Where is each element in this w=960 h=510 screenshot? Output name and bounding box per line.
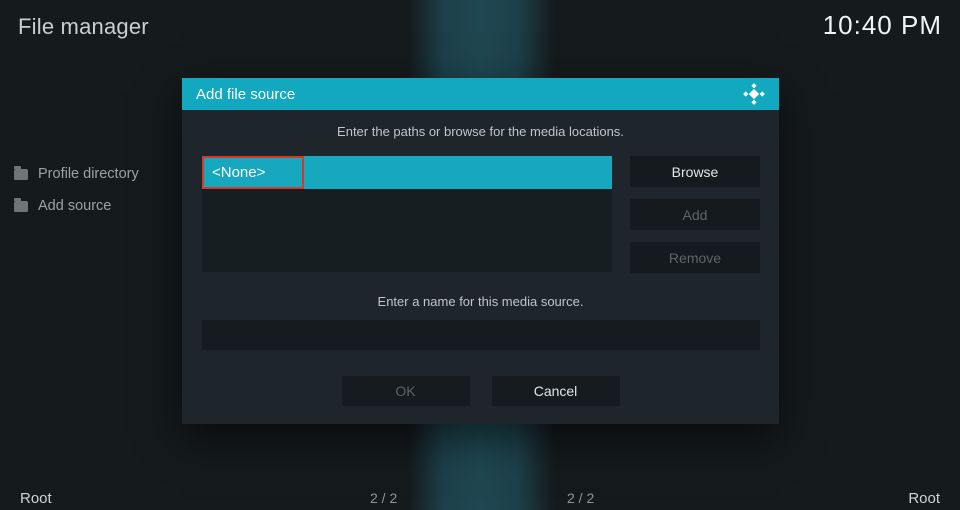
folder-icon <box>14 169 28 180</box>
remove-path-button[interactable]: Remove <box>630 242 760 273</box>
source-name-input[interactable] <box>202 320 760 350</box>
dialog-titlebar: Add file source <box>182 78 779 110</box>
paths-list[interactable]: <None> <box>202 156 612 272</box>
footer-left-counter: 2 / 2 <box>370 490 397 506</box>
footer-right-path: Root <box>908 490 940 507</box>
add-path-button[interactable]: Add <box>630 199 760 230</box>
ok-button[interactable]: OK <box>342 376 470 406</box>
sidebar-item-label: Add source <box>38 198 111 214</box>
dialog-bottom-buttons: OK Cancel <box>182 376 779 406</box>
kodi-logo-icon <box>743 83 765 105</box>
sidebar-item-label: Profile directory <box>38 166 139 182</box>
sidebar-item-profile-directory[interactable]: Profile directory <box>12 158 180 190</box>
footer-right-counter: 2 / 2 <box>567 490 594 506</box>
cancel-button[interactable]: Cancel <box>492 376 620 406</box>
footer-left-path: Root <box>20 490 52 507</box>
path-entry-value: <None> <box>212 164 265 181</box>
page-title: File manager <box>18 14 149 40</box>
dialog-name-instruction: Enter a name for this media source. <box>182 294 779 309</box>
folder-icon <box>14 201 28 212</box>
dialog-paths-instruction: Enter the paths or browse for the media … <box>182 124 779 139</box>
dialog-title: Add file source <box>196 86 295 103</box>
add-file-source-dialog: Add file source Enter the paths or brows… <box>182 78 779 424</box>
dialog-side-buttons: Browse Add Remove <box>630 156 760 273</box>
path-entry-selected[interactable]: <None> <box>202 156 304 189</box>
clock: 10:40 PM <box>823 10 942 41</box>
browse-button[interactable]: Browse <box>630 156 760 187</box>
path-row-selected-bg <box>304 156 612 189</box>
sidebar-item-add-source[interactable]: Add source <box>12 190 180 222</box>
sidebar: Profile directory Add source <box>12 158 180 222</box>
